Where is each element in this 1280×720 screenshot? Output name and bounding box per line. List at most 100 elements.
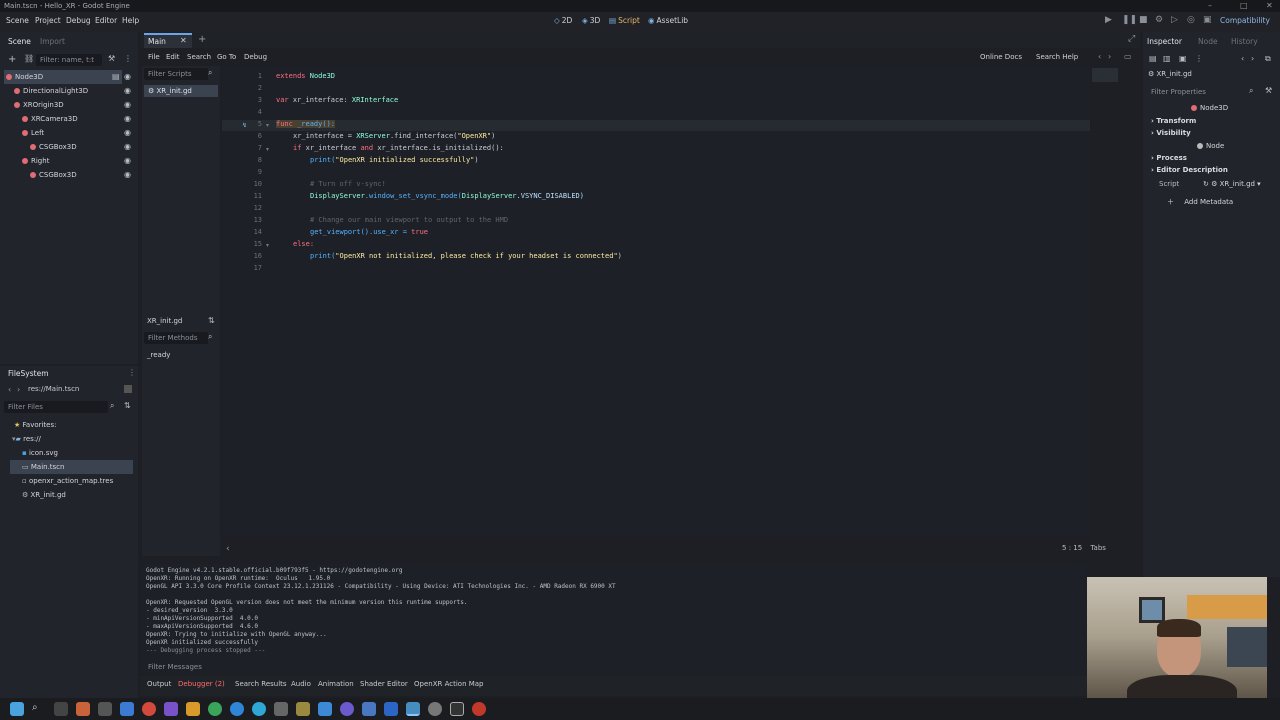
start-icon[interactable] bbox=[10, 702, 24, 716]
method-item[interactable]: _ready bbox=[147, 351, 170, 359]
tab-main[interactable]: Main ✕ bbox=[144, 33, 192, 48]
app-icon-3[interactable] bbox=[120, 702, 134, 716]
code-minimap[interactable] bbox=[1092, 68, 1118, 82]
indent-mode[interactable]: Tabs bbox=[1090, 544, 1106, 552]
menu-editor[interactable]: Editor bbox=[95, 16, 117, 25]
add-node-icon[interactable]: + bbox=[8, 54, 16, 65]
script-menu-goto[interactable]: Go To bbox=[217, 53, 236, 61]
edge-icon[interactable] bbox=[230, 702, 244, 716]
save-resource-icon[interactable]: ▣ bbox=[1179, 54, 1187, 63]
app-icon-13[interactable] bbox=[428, 702, 442, 716]
stop-icon[interactable]: ■ bbox=[1139, 15, 1148, 25]
workspace-script[interactable]: ▤ Script bbox=[609, 16, 640, 25]
remote-debug-icon[interactable]: ⚙ bbox=[1155, 15, 1163, 25]
toggle-panel-icon[interactable]: ▭ bbox=[1124, 52, 1132, 61]
collapse-list-icon[interactable]: ‹ bbox=[226, 544, 230, 554]
terminal-icon[interactable] bbox=[450, 702, 464, 716]
workspace-2d[interactable]: ◇ 2D bbox=[554, 16, 572, 25]
fold-arrow-icon[interactable]: ▾ bbox=[266, 146, 269, 153]
next-script-icon[interactable]: › bbox=[1108, 52, 1111, 61]
play-icon[interactable]: ▶ bbox=[1105, 15, 1112, 25]
fs-res-root[interactable]: ▾▰ res:// bbox=[12, 432, 41, 446]
attached-script-icon[interactable]: ▤ bbox=[112, 72, 120, 81]
visibility-eye-icon[interactable]: ◉ bbox=[124, 156, 131, 165]
task-view-icon[interactable] bbox=[54, 702, 68, 716]
back-icon[interactable]: ‹ bbox=[8, 385, 11, 394]
maximize-icon[interactable]: □ bbox=[1240, 0, 1248, 12]
godot-icon[interactable] bbox=[406, 702, 420, 716]
app-icon-5[interactable] bbox=[208, 702, 222, 716]
open-resource-icon[interactable]: ▥ bbox=[1163, 54, 1171, 63]
tab-openxr-action-map[interactable]: OpenXR Action Map bbox=[414, 680, 484, 688]
fold-arrow-icon[interactable]: ▾ bbox=[266, 122, 269, 129]
scene-node-left[interactable]: Left bbox=[22, 126, 44, 140]
filter-options-icon[interactable]: ⚒ bbox=[108, 54, 115, 63]
add-metadata-button[interactable]: ＋ Add Metadata bbox=[1167, 197, 1233, 207]
link-icon[interactable]: ⛓ bbox=[24, 54, 34, 63]
app-icon-4[interactable] bbox=[164, 702, 178, 716]
app-icon-14[interactable] bbox=[472, 702, 486, 716]
prev-script-icon[interactable]: ‹ bbox=[1098, 52, 1101, 61]
history-forward-icon[interactable]: › bbox=[1251, 54, 1254, 63]
pause-icon[interactable]: ❚❚ bbox=[1122, 15, 1137, 25]
code-editor[interactable]: 1 2 3 4 5 6 7 8 9 10 11 12 13 14 15 16 17 ↯ ▾ ▾ ▾ extend… bbox=[222, 66, 1118, 554]
object-history-icon[interactable]: ⧉ bbox=[1265, 54, 1271, 64]
close-window-icon[interactable]: ✕ bbox=[1266, 0, 1273, 12]
app-icon-2[interactable] bbox=[98, 702, 112, 716]
workspace-3d[interactable]: ◈ 3D bbox=[582, 16, 600, 25]
menu-project[interactable]: Project bbox=[35, 16, 61, 25]
sort-methods-icon[interactable]: ⇅ bbox=[208, 316, 215, 325]
inspected-file[interactable]: ⚙ XR_init.gd bbox=[1148, 70, 1192, 78]
script-property-value[interactable]: ↻ ⚙ XR_init.gd ▾ bbox=[1203, 180, 1261, 188]
tab-import[interactable]: Import bbox=[40, 37, 65, 46]
script-menu-search[interactable]: Search bbox=[187, 53, 211, 61]
tab-search-results[interactable]: Search Results bbox=[235, 680, 287, 688]
tab-shader-editor[interactable]: Shader Editor bbox=[360, 680, 408, 688]
tab-scene[interactable]: Scene bbox=[8, 37, 31, 46]
app-icon-8[interactable] bbox=[296, 702, 310, 716]
app-icon-6[interactable] bbox=[252, 702, 266, 716]
forward-icon[interactable]: › bbox=[17, 385, 20, 394]
filter-messages-input[interactable]: Filter Messages bbox=[144, 661, 444, 673]
section-transform[interactable]: › Transform bbox=[1151, 117, 1196, 125]
visibility-eye-icon[interactable]: ◉ bbox=[124, 72, 131, 81]
fs-favorites[interactable]: ★ Favorites: bbox=[14, 418, 57, 432]
minimize-icon[interactable]: – bbox=[1208, 0, 1212, 12]
movie-icon[interactable]: ▣ bbox=[1203, 15, 1212, 25]
distraction-free-icon[interactable]: ⤢ bbox=[1128, 34, 1135, 44]
new-resource-icon[interactable]: ▤ bbox=[1149, 54, 1157, 63]
app-icon-7[interactable] bbox=[274, 702, 288, 716]
fold-arrow-icon[interactable]: ▾ bbox=[266, 242, 269, 249]
workspace-assetlib[interactable]: ◉ AssetLib bbox=[648, 16, 688, 25]
scene-node-node3d[interactable]: Node3D bbox=[4, 70, 122, 84]
play-custom-icon[interactable]: ◎ bbox=[1187, 15, 1195, 25]
filter-properties-input[interactable]: Filter Properties bbox=[1147, 86, 1247, 98]
scene-filter-input[interactable]: Filter: name, t:t bbox=[36, 54, 102, 66]
scene-node-xrorigin3d[interactable]: XROrigin3D bbox=[14, 98, 64, 112]
scene-node-right[interactable]: Right bbox=[22, 154, 49, 168]
file-explorer-icon[interactable] bbox=[186, 702, 200, 716]
play-scene-icon[interactable]: ▷ bbox=[1171, 15, 1178, 25]
renderer-selector[interactable]: Compatibility bbox=[1220, 16, 1270, 25]
visibility-eye-icon[interactable]: ◉ bbox=[124, 114, 131, 123]
tab-debugger[interactable]: Debugger (2) bbox=[178, 680, 225, 688]
history-back-icon[interactable]: ‹ bbox=[1241, 54, 1244, 63]
fs-main-tscn[interactable]: ▭ Main.tscn bbox=[10, 460, 133, 474]
fs-xr-init-gd[interactable]: ⚙ XR_init.gd bbox=[22, 488, 66, 502]
inspector-options-icon[interactable]: ⚒ bbox=[1265, 86, 1272, 95]
app-icon-10[interactable] bbox=[340, 702, 354, 716]
search-help-button[interactable]: Search Help bbox=[1036, 53, 1078, 61]
visibility-eye-icon[interactable]: ◉ bbox=[124, 142, 131, 151]
filter-scripts-input[interactable]: Filter Scripts bbox=[144, 68, 208, 80]
tab-output[interactable]: Output bbox=[147, 680, 171, 688]
script-menu-debug[interactable]: Debug bbox=[244, 53, 267, 61]
tab-history[interactable]: History bbox=[1231, 37, 1258, 46]
scene-node-csgbox3d[interactable]: CSGBox3D bbox=[30, 168, 77, 182]
menu-help[interactable]: Help bbox=[122, 16, 139, 25]
online-docs-button[interactable]: Online Docs bbox=[980, 53, 1022, 61]
filesystem-path[interactable]: res://Main.tscn bbox=[28, 385, 79, 393]
app-icon-1[interactable] bbox=[76, 702, 90, 716]
sort-icon[interactable]: ⇅ bbox=[124, 401, 131, 410]
visibility-eye-icon[interactable]: ◉ bbox=[124, 170, 131, 179]
scene-node-directionallight3d[interactable]: DirectionalLight3D bbox=[14, 84, 88, 98]
